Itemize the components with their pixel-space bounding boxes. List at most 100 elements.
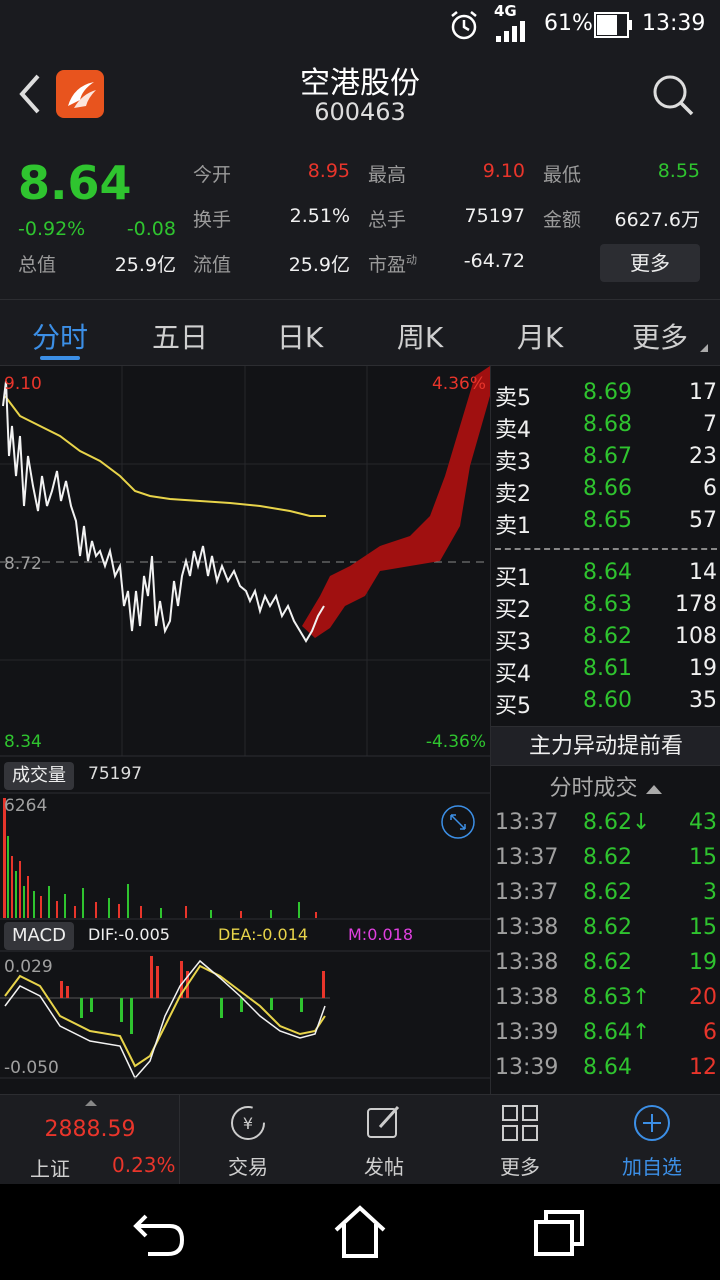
volume-total: 75197	[88, 764, 143, 784]
bid-row: 买1 8.64 14	[495, 560, 717, 591]
high-value: 9.10	[482, 160, 525, 182]
change-percent: -0.92%	[18, 218, 86, 240]
back-nav-icon[interactable]	[132, 1208, 188, 1258]
tab-intraday[interactable]: 分时	[0, 316, 120, 356]
order-book: 卖5 8.69 17 卖4 8.68 7 卖3 8.67 23 卖2 8.66 6 卖1 8.65…	[490, 366, 720, 1094]
high-label: 最高	[368, 164, 407, 186]
bottom-nav: 2888.59 上证 0.23% ¥ 交易 发帖 更多 加自选	[0, 1094, 720, 1185]
tab-more-caret-icon	[700, 344, 708, 352]
chart-canvas	[0, 366, 490, 1080]
more-button[interactable]: 更多	[600, 244, 700, 282]
total-cap-label: 总值	[18, 254, 57, 276]
clock: 13:39	[642, 11, 706, 36]
tick-row: 13:38 8.63↑ 20	[495, 985, 717, 1010]
grid-icon	[502, 1105, 538, 1141]
price-low-label: 8.34	[4, 732, 42, 752]
ticks-header[interactable]: 分时成交	[491, 770, 720, 802]
svg-text:¥: ¥	[243, 1114, 253, 1133]
nav-post-label: 发帖	[364, 1155, 404, 1179]
float-cap-value: 25.9亿	[288, 254, 350, 276]
volume-max-label: 6264	[4, 796, 48, 816]
expand-up-icon	[85, 1100, 97, 1106]
nav-add-watchlist-label: 加自选	[622, 1155, 682, 1179]
open-label: 今开	[193, 164, 232, 186]
pe-value: -64.72	[463, 250, 525, 272]
signal-icon	[496, 21, 525, 42]
price-high-label: 9.10	[4, 374, 42, 394]
tick-row: 13:37 8.62↓ 43	[495, 810, 717, 835]
nav-more[interactable]: 更多	[452, 1095, 588, 1185]
nav-post[interactable]: 发帖	[316, 1095, 452, 1185]
macd-dif: DIF:-0.005	[88, 925, 170, 944]
header: 空港股份 600463	[0, 50, 720, 140]
ask-row: 卖3 8.67 23	[495, 444, 717, 475]
tab-weekly-k[interactable]: 周K	[360, 316, 480, 356]
tab-daily-k[interactable]: 日K	[240, 316, 360, 356]
chart-tabs: 分时 五日 日K 周K 月K 更多	[0, 300, 720, 366]
nav-more-label: 更多	[500, 1155, 540, 1179]
low-label: 最低	[543, 164, 582, 186]
main-force-banner[interactable]: 主力异动提前看	[491, 726, 720, 766]
tab-monthly-k[interactable]: 月K	[480, 316, 600, 356]
book-divider	[495, 548, 717, 550]
search-icon[interactable]	[650, 72, 696, 118]
tick-row: 13:38 8.62 15	[495, 915, 717, 940]
stock-name: 空港股份	[300, 66, 420, 101]
change-amount: -0.08	[126, 218, 176, 240]
ask-row: 卖4 8.68 7	[495, 412, 717, 443]
tab-five-day[interactable]: 五日	[120, 316, 240, 356]
bid-row: 买3 8.62 108	[495, 624, 717, 655]
quote-panel: 8.64 -0.92% -0.08 总值 25.9亿 今开 8.95 换手 2.…	[0, 140, 720, 300]
battery-percent: 61%	[544, 11, 593, 36]
current-price: 8.64	[18, 156, 132, 210]
bid-row: 买5 8.60 35	[495, 688, 717, 719]
macd-low-label: -0.050	[4, 1058, 59, 1078]
pct-high-label: 4.36%	[431, 374, 486, 394]
trade-icon: ¥	[231, 1106, 265, 1140]
volume-label: 总手	[368, 209, 407, 231]
expand-icon[interactable]	[440, 804, 476, 840]
amount-label: 金额	[543, 209, 582, 231]
intraday-chart[interactable]: 9.10 8.72 8.34 4.36% -4.36% 成交量 75197 62…	[0, 366, 490, 1094]
turnover-value: 2.51%	[289, 205, 350, 227]
tick-row: 13:37 8.62 3	[495, 880, 717, 905]
active-tab-indicator	[40, 356, 80, 360]
battery-icon	[594, 12, 632, 38]
nav-trade[interactable]: ¥ 交易	[180, 1095, 316, 1185]
volume-bars	[3, 798, 317, 918]
recent-apps-icon[interactable]	[532, 1206, 588, 1258]
network-type: 4G	[494, 2, 517, 20]
bid-row: 买4 8.61 19	[495, 656, 717, 687]
index-name: 上证	[30, 1157, 70, 1181]
nav-add-watchlist[interactable]: 加自选	[584, 1095, 720, 1185]
tick-row: 13:38 8.62 19	[495, 950, 717, 975]
total-cap: 25.9亿	[114, 254, 176, 276]
tick-row: 13:37 8.62 15	[495, 845, 717, 870]
ask-row: 卖1 8.65 57	[495, 508, 717, 539]
macd-bars	[60, 956, 325, 1034]
volume-value: 75197	[464, 205, 525, 227]
bid-row: 买2 8.63 178	[495, 592, 717, 623]
ask-row: 卖5 8.69 17	[495, 380, 717, 411]
edit-icon	[367, 1105, 400, 1138]
macd-tag[interactable]: MACD	[4, 922, 74, 950]
index-change: 0.23%	[112, 1153, 176, 1177]
macd-dea: DEA:-0.014	[218, 925, 309, 944]
tick-row: 13:39 8.64↑ 6	[495, 1020, 717, 1045]
ask-row: 卖2 8.66 6	[495, 476, 717, 507]
add-circle-icon	[634, 1105, 670, 1141]
alarm-icon	[451, 11, 477, 40]
index-ticker[interactable]: 2888.59 上证 0.23%	[0, 1095, 180, 1185]
price-mid-label: 8.72	[4, 554, 42, 574]
volume-tag[interactable]: 成交量	[4, 762, 74, 790]
amount-value: 6627.6万	[614, 209, 700, 231]
home-icon[interactable]	[332, 1204, 388, 1260]
low-value: 8.55	[657, 160, 700, 182]
index-value: 2888.59	[44, 1117, 136, 1142]
tick-row: 13:39 8.64 12	[495, 1055, 717, 1080]
turnover-label: 换手	[193, 209, 232, 231]
macd-m: M:0.018	[348, 925, 413, 944]
macd-high-label: 0.029	[4, 957, 53, 977]
open-value: 8.95	[307, 160, 350, 182]
pct-low-label: -4.36%	[425, 732, 486, 752]
